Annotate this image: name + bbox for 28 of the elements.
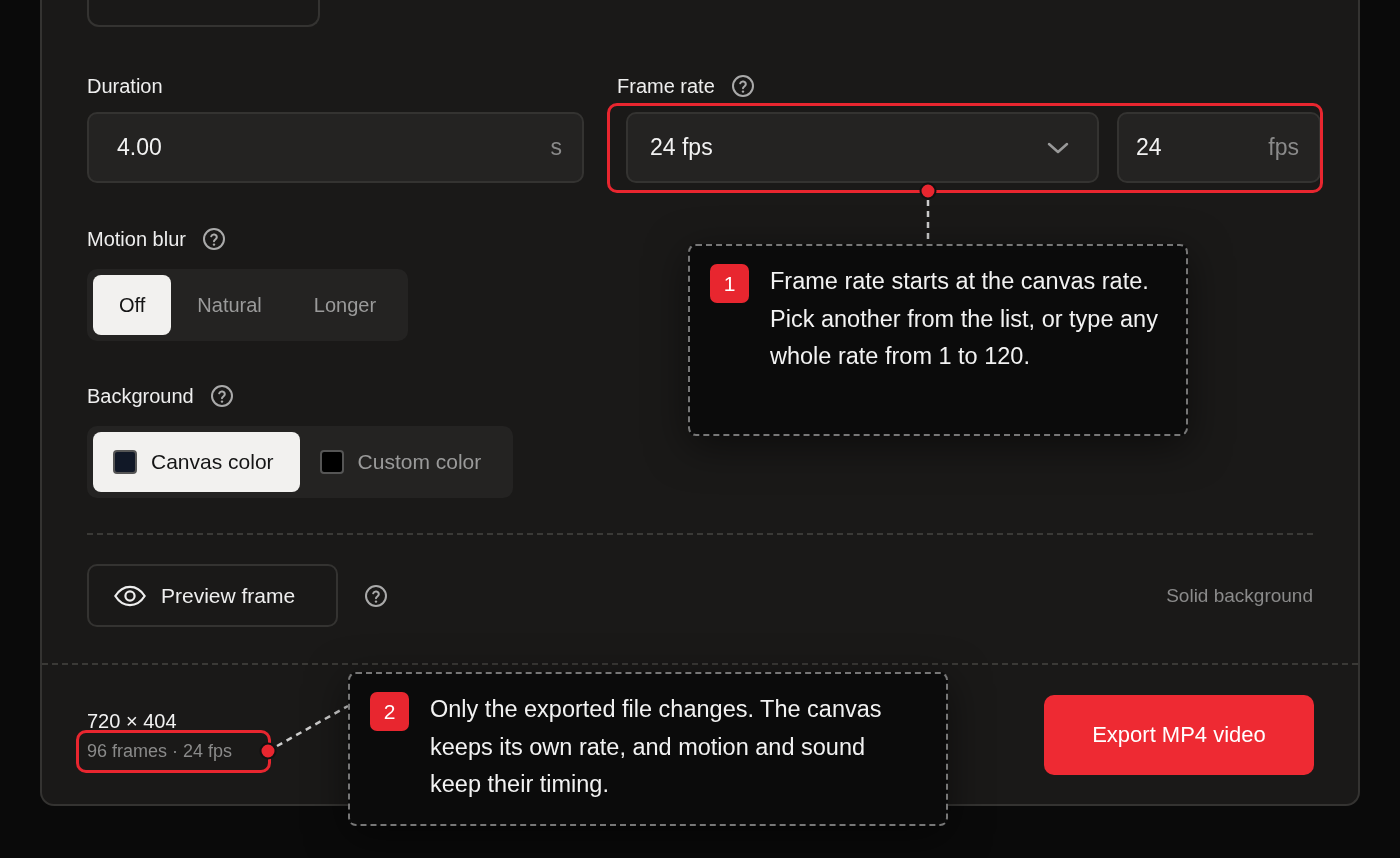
help-icon[interactable] xyxy=(364,583,388,608)
callout-text: Frame rate starts at the canvas rate. Pick another from the list, or type any whole rate from 1 to 120. xyxy=(770,267,1159,371)
chevron-down-icon xyxy=(1047,141,1069,154)
connector-dot xyxy=(919,182,937,200)
input-field[interactable] xyxy=(87,0,320,27)
callout-number: 1 xyxy=(710,264,749,303)
field-label: Frame rate xyxy=(617,74,715,98)
field-label: Background xyxy=(87,384,194,408)
field-label: Duration xyxy=(87,74,163,98)
frame-summary: 96 frames · 24 fps xyxy=(87,741,233,762)
field-label: Motion blur xyxy=(87,227,186,251)
segment-option[interactable]: Natural xyxy=(171,275,288,335)
preview-frame-button[interactable]: Preview frame xyxy=(87,564,338,627)
export-button[interactable]: Export MP4 video xyxy=(1044,695,1314,775)
callout-number: 2 xyxy=(370,692,409,731)
help-icon[interactable] xyxy=(201,227,226,251)
help-icon[interactable] xyxy=(730,74,755,98)
frame-rate-field[interactable]: 24 fps xyxy=(1117,112,1321,183)
help-icon[interactable] xyxy=(209,384,234,408)
segment-option[interactable]: Custom color xyxy=(357,450,482,474)
output-size: 720 × 404 xyxy=(87,710,178,733)
callout-text: Only the exported file changes. The canvas keeps its own rate, and motion and sound keep their timing. xyxy=(430,695,883,799)
duration-field[interactable]: 4.00 s xyxy=(87,112,584,183)
background-note: Solid background xyxy=(1166,584,1313,607)
frame-rate-dropdown[interactable]: 24 fps xyxy=(626,112,1099,183)
segment-option[interactable]: Off xyxy=(93,275,172,335)
segment-option[interactable]: Longer xyxy=(287,275,403,335)
eye-icon xyxy=(113,584,147,607)
